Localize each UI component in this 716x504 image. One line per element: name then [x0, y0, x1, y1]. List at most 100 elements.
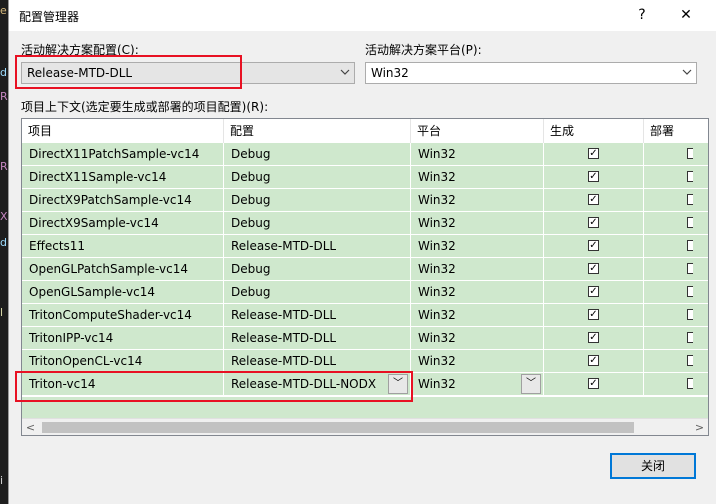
- deploy-cell[interactable]: [644, 189, 708, 212]
- deploy-checkbox[interactable]: [687, 240, 693, 251]
- platform-dropdown-icon[interactable]: ﹀: [521, 374, 541, 394]
- config-cell[interactable]: Release-MTD-DLL: [224, 304, 411, 327]
- platform-cell[interactable]: Win32: [411, 166, 544, 189]
- platform-cell[interactable]: Win32: [411, 235, 544, 258]
- table-row[interactable]: TritonComputeShader-vc14 Release-MTD-DLL W…: [22, 304, 708, 327]
- column-header-platform[interactable]: 平台: [411, 119, 544, 143]
- build-cell[interactable]: ✓: [544, 373, 644, 396]
- build-checkbox[interactable]: ✓: [588, 286, 599, 297]
- deploy-cell[interactable]: [644, 304, 708, 327]
- build-cell[interactable]: ✓: [544, 189, 644, 212]
- help-button[interactable]: ?: [625, 3, 659, 27]
- platform-cell[interactable]: Win32: [411, 350, 544, 373]
- deploy-checkbox[interactable]: [687, 378, 693, 389]
- platform-cell[interactable]: Win32: [411, 258, 544, 281]
- deploy-cell[interactable]: [644, 327, 708, 350]
- deploy-cell[interactable]: [644, 143, 708, 166]
- column-header-project[interactable]: 项目: [22, 119, 224, 143]
- config-cell[interactable]: Debug: [224, 166, 411, 189]
- table-row[interactable]: DirectX11PatchSample-vc14 Debug Win32 ✓: [22, 143, 708, 166]
- active-platform-value: Win32: [371, 66, 409, 80]
- column-header-config[interactable]: 配置: [224, 119, 411, 143]
- config-cell[interactable]: Debug: [224, 143, 411, 166]
- build-cell[interactable]: ✓: [544, 327, 644, 350]
- build-checkbox[interactable]: ✓: [588, 378, 599, 389]
- platform-cell[interactable]: Win32: [411, 189, 544, 212]
- build-checkbox[interactable]: ✓: [588, 332, 599, 343]
- highlight-box-config: [15, 55, 242, 89]
- table-row[interactable]: TritonOpenCL-vc14 Release-MTD-DLL Win32 ✓: [22, 350, 708, 373]
- deploy-checkbox[interactable]: [687, 171, 693, 182]
- table-row[interactable]: Effects11 Release-MTD-DLL Win32 ✓: [22, 235, 708, 258]
- background-code-glyph: d: [0, 236, 7, 249]
- config-cell[interactable]: Debug: [224, 212, 411, 235]
- background-code-glyph: l: [0, 306, 4, 319]
- platform-cell[interactable]: Win32: [411, 304, 544, 327]
- deploy-cell[interactable]: [644, 212, 708, 235]
- deploy-checkbox[interactable]: [687, 148, 693, 159]
- deploy-cell[interactable]: [644, 235, 708, 258]
- deploy-checkbox[interactable]: [687, 194, 693, 205]
- build-cell[interactable]: ✓: [544, 143, 644, 166]
- table-row[interactable]: DirectX9Sample-vc14 Debug Win32 ✓: [22, 212, 708, 235]
- config-cell[interactable]: Release-MTD-DLL: [224, 350, 411, 373]
- platform-cell[interactable]: Win32: [411, 281, 544, 304]
- scroll-right-icon[interactable]: >: [691, 419, 708, 435]
- scroll-left-icon[interactable]: <: [22, 419, 39, 435]
- build-checkbox[interactable]: ✓: [588, 263, 599, 274]
- platform-cell[interactable]: Win32 ﹀: [411, 373, 544, 396]
- column-header-deploy[interactable]: 部署: [644, 119, 708, 143]
- build-cell[interactable]: ✓: [544, 258, 644, 281]
- deploy-checkbox[interactable]: [687, 263, 693, 274]
- close-button[interactable]: 关闭: [610, 453, 696, 479]
- build-cell[interactable]: ✓: [544, 166, 644, 189]
- build-cell[interactable]: ✓: [544, 212, 644, 235]
- highlight-box-triton: [15, 371, 413, 402]
- platform-cell[interactable]: Win32: [411, 327, 544, 350]
- build-cell[interactable]: ✓: [544, 304, 644, 327]
- scrollbar-thumb[interactable]: [42, 422, 634, 433]
- build-checkbox[interactable]: ✓: [588, 355, 599, 366]
- deploy-checkbox[interactable]: [687, 309, 693, 320]
- close-icon[interactable]: ✕: [669, 3, 703, 27]
- column-header-build[interactable]: 生成: [544, 119, 644, 143]
- build-cell[interactable]: ✓: [544, 281, 644, 304]
- deploy-cell[interactable]: [644, 166, 708, 189]
- active-platform-combo[interactable]: Win32: [365, 62, 697, 84]
- platform-cell[interactable]: Win32: [411, 212, 544, 235]
- project-name-cell: DirectX9Sample-vc14: [22, 212, 224, 235]
- build-checkbox[interactable]: ✓: [588, 309, 599, 320]
- build-checkbox[interactable]: ✓: [588, 148, 599, 159]
- platform-cell[interactable]: Win32: [411, 143, 544, 166]
- project-name-cell: DirectX11Sample-vc14: [22, 166, 224, 189]
- table-row[interactable]: OpenGLSample-vc14 Debug Win32 ✓: [22, 281, 708, 304]
- project-name-cell: TritonOpenCL-vc14: [22, 350, 224, 373]
- deploy-checkbox[interactable]: [687, 355, 693, 366]
- title-bar: 配置管理器 ? ✕: [9, 0, 716, 31]
- deploy-cell[interactable]: [644, 373, 708, 396]
- table-row[interactable]: OpenGLPatchSample-vc14 Debug Win32 ✓: [22, 258, 708, 281]
- build-cell[interactable]: ✓: [544, 350, 644, 373]
- horizontal-scrollbar[interactable]: < >: [22, 418, 708, 435]
- build-checkbox[interactable]: ✓: [588, 217, 599, 228]
- config-cell[interactable]: Release-MTD-DLL: [224, 235, 411, 258]
- project-name-cell: TritonIPP-vc14: [22, 327, 224, 350]
- build-cell[interactable]: ✓: [544, 235, 644, 258]
- build-checkbox[interactable]: ✓: [588, 171, 599, 182]
- config-cell[interactable]: Debug: [224, 258, 411, 281]
- deploy-checkbox[interactable]: [687, 217, 693, 228]
- config-cell[interactable]: Debug: [224, 189, 411, 212]
- build-checkbox[interactable]: ✓: [588, 194, 599, 205]
- chevron-down-icon: [678, 63, 696, 83]
- config-cell[interactable]: Debug: [224, 281, 411, 304]
- config-cell[interactable]: Release-MTD-DLL: [224, 327, 411, 350]
- deploy-cell[interactable]: [644, 350, 708, 373]
- table-row[interactable]: DirectX11Sample-vc14 Debug Win32 ✓: [22, 166, 708, 189]
- deploy-checkbox[interactable]: [687, 286, 693, 297]
- deploy-cell[interactable]: [644, 258, 708, 281]
- deploy-cell[interactable]: [644, 281, 708, 304]
- deploy-checkbox[interactable]: [687, 332, 693, 343]
- build-checkbox[interactable]: ✓: [588, 240, 599, 251]
- table-row[interactable]: TritonIPP-vc14 Release-MTD-DLL Win32 ✓: [22, 327, 708, 350]
- table-row[interactable]: DirectX9PatchSample-vc14 Debug Win32 ✓: [22, 189, 708, 212]
